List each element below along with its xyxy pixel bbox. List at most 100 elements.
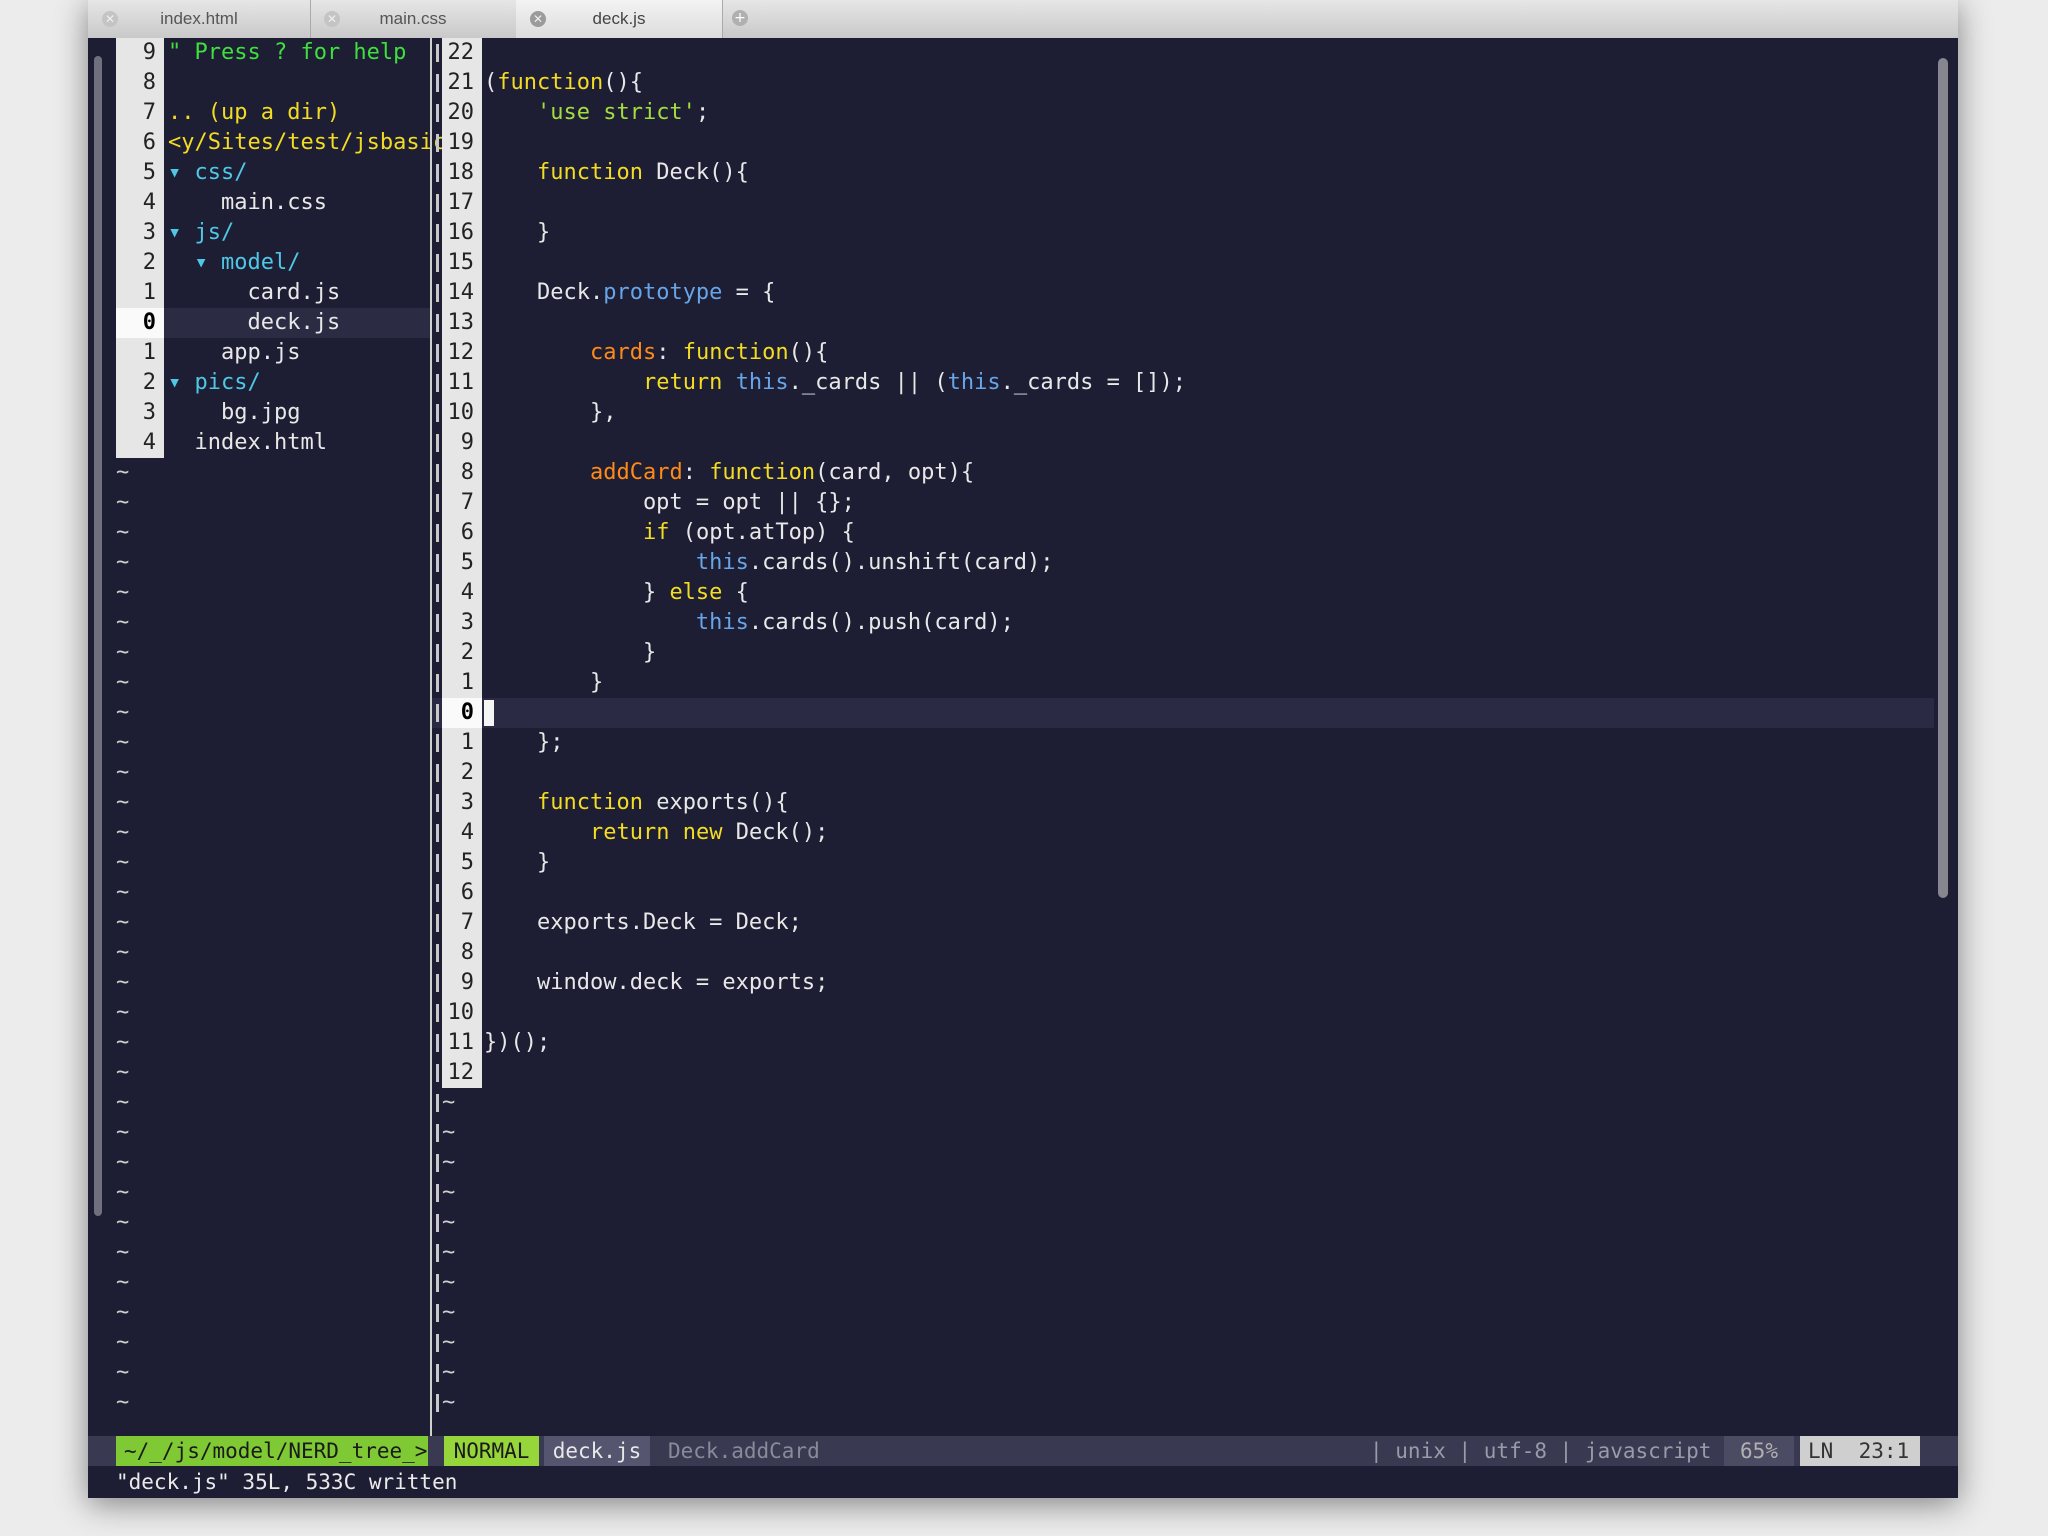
code-line[interactable]: 19 bbox=[432, 128, 1934, 158]
tree-row[interactable]: 4 index.html bbox=[116, 428, 430, 458]
tree-entry: main.css bbox=[168, 190, 327, 215]
line-number: 1 bbox=[442, 728, 482, 758]
tree-row[interactable]: 0 deck.js bbox=[116, 308, 430, 338]
code-line[interactable]: 10 }, bbox=[432, 398, 1934, 428]
empty-line-tilde: ~ bbox=[432, 1238, 1934, 1268]
right-scrollbar[interactable] bbox=[1938, 58, 1948, 898]
code-line[interactable]: 4 } else { bbox=[432, 578, 1934, 608]
tree-row[interactable]: 7.. (up a dir) bbox=[116, 98, 430, 128]
code-pane[interactable]: 22 21 (function(){20 'use strict'; 19 18 fun… bbox=[432, 38, 1934, 1436]
code-line[interactable]: 8 addCard: function(card, opt){ bbox=[432, 458, 1934, 488]
split-marker bbox=[436, 824, 439, 842]
code-line[interactable]: 11 return this._cards || (this._cards = … bbox=[432, 368, 1934, 398]
split-marker bbox=[436, 554, 439, 572]
split-marker bbox=[436, 344, 439, 362]
code-line[interactable]: 14 Deck.prototype = { bbox=[432, 278, 1934, 308]
empty-line-tilde: ~ bbox=[116, 488, 430, 518]
split-marker bbox=[436, 44, 439, 62]
code-line[interactable]: 3 function exports(){ bbox=[432, 788, 1934, 818]
tab-main-css[interactable]: ✕ main.css bbox=[310, 0, 517, 38]
tilde-marker: ~ bbox=[116, 1330, 130, 1355]
split-marker bbox=[436, 314, 439, 332]
code-line[interactable]: 1 }; bbox=[432, 728, 1934, 758]
tree-row[interactable]: 1 card.js bbox=[116, 278, 430, 308]
code-line[interactable]: 0 bbox=[432, 698, 1934, 728]
split-marker bbox=[436, 1214, 439, 1232]
empty-line-tilde: ~ bbox=[432, 1178, 1934, 1208]
code-text: addCard: function(card, opt){ bbox=[589, 460, 975, 485]
code-line[interactable]: 9 window.deck = exports; bbox=[432, 968, 1934, 998]
code-text: (function(){ bbox=[484, 70, 643, 95]
line-number: 20 bbox=[442, 98, 482, 128]
tree-row[interactable]: 6 <y/Sites/test/jsbasic bbox=[116, 128, 446, 158]
code-line[interactable]: 1 } bbox=[432, 668, 1934, 698]
empty-line-tilde: ~ bbox=[116, 908, 430, 938]
code-line[interactable]: 8 bbox=[432, 938, 1934, 968]
empty-line-tilde: ~ bbox=[116, 698, 430, 728]
empty-line-tilde: ~ bbox=[116, 1148, 430, 1178]
code-line[interactable]: 3 this.cards().push(card); bbox=[432, 608, 1934, 638]
code-line[interactable]: 5 } bbox=[432, 848, 1934, 878]
code-line[interactable]: 16 } bbox=[432, 218, 1934, 248]
tree-row[interactable]: 4 main.css bbox=[116, 188, 430, 218]
command-line[interactable]: "deck.js" 35L, 533C written bbox=[88, 1466, 1958, 1498]
tilde-marker: ~ bbox=[116, 520, 130, 545]
empty-line-tilde: ~ bbox=[116, 1358, 430, 1388]
code-line[interactable]: 6 bbox=[432, 878, 1934, 908]
tilde-marker: ~ bbox=[116, 1060, 130, 1085]
tab-deck-js[interactable]: ✕ deck.js bbox=[516, 0, 723, 38]
code-line[interactable]: 9 bbox=[432, 428, 1934, 458]
split-marker bbox=[436, 104, 439, 122]
code-line[interactable]: 7 exports.Deck = Deck; bbox=[432, 908, 1934, 938]
split-marker bbox=[436, 494, 439, 512]
tree-row[interactable]: 9 " Press ? for help bbox=[116, 38, 430, 68]
split-marker bbox=[436, 854, 439, 872]
left-scrollbar[interactable] bbox=[94, 56, 102, 1216]
empty-line-tilde: ~ bbox=[116, 668, 430, 698]
tree-row[interactable]: 3 ▾ js/ bbox=[116, 218, 430, 248]
code-line[interactable]: 6 if (opt.atTop) { bbox=[432, 518, 1934, 548]
line-number: 11 bbox=[442, 368, 482, 398]
code-line[interactable]: 21 (function(){ bbox=[432, 68, 1934, 98]
code-line[interactable]: 5 this.cards().unshift(card); bbox=[432, 548, 1934, 578]
tree-row[interactable]: 5 ▾ css/ bbox=[116, 158, 430, 188]
empty-line-tilde: ~ bbox=[116, 1088, 430, 1118]
line-number: 17 bbox=[442, 188, 482, 218]
code-line[interactable]: 2 } bbox=[432, 638, 1934, 668]
tree-row[interactable]: 8 bbox=[116, 68, 430, 98]
code-line[interactable]: 22 bbox=[432, 38, 1934, 68]
code-text: } else { bbox=[484, 580, 749, 605]
code-line[interactable]: 17 bbox=[432, 188, 1934, 218]
code-line[interactable]: 12 cards: function(){ bbox=[432, 338, 1934, 368]
empty-line-tilde: ~ bbox=[116, 1328, 430, 1358]
tree-row[interactable]: 3 bg.jpg bbox=[116, 398, 430, 428]
code-line[interactable]: 11})(); bbox=[432, 1028, 1934, 1058]
code-line[interactable]: 12 bbox=[432, 1058, 1934, 1088]
split-marker bbox=[436, 614, 439, 632]
status-file-info: | unix | utf-8 | javascript bbox=[1370, 1439, 1712, 1463]
tilde-marker: ~ bbox=[442, 1330, 456, 1355]
split-marker bbox=[436, 764, 439, 782]
split-marker bbox=[436, 914, 439, 932]
code-line[interactable]: 4 return new Deck(); bbox=[432, 818, 1934, 848]
code-line[interactable]: 18 function Deck(){ bbox=[432, 158, 1934, 188]
code-line[interactable]: 10 bbox=[432, 998, 1934, 1028]
tree-entry: bg.jpg bbox=[168, 400, 301, 425]
tree-row[interactable]: 2 ▾ pics/ bbox=[116, 368, 430, 398]
line-number: 3 bbox=[442, 608, 482, 638]
tree-entry: " Press ? for help bbox=[168, 40, 407, 65]
new-tab-icon[interactable]: + bbox=[732, 10, 748, 26]
tab-index-html[interactable]: ✕ index.html bbox=[88, 0, 311, 38]
code-line[interactable]: 15 bbox=[432, 248, 1934, 278]
code-line[interactable]: 20 'use strict'; bbox=[432, 98, 1934, 128]
split-marker bbox=[436, 704, 439, 722]
tree-row[interactable]: 1 app.js bbox=[116, 338, 430, 368]
tilde-marker: ~ bbox=[116, 730, 130, 755]
code-line[interactable]: 7 opt = opt || {}; bbox=[432, 488, 1934, 518]
empty-line-tilde: ~ bbox=[432, 1208, 1934, 1238]
line-number: 10 bbox=[442, 398, 482, 428]
tree-row[interactable]: 2 ▾ model/ bbox=[116, 248, 430, 278]
code-line[interactable]: 13 bbox=[432, 308, 1934, 338]
code-line[interactable]: 2 bbox=[432, 758, 1934, 788]
split-marker bbox=[436, 434, 439, 452]
